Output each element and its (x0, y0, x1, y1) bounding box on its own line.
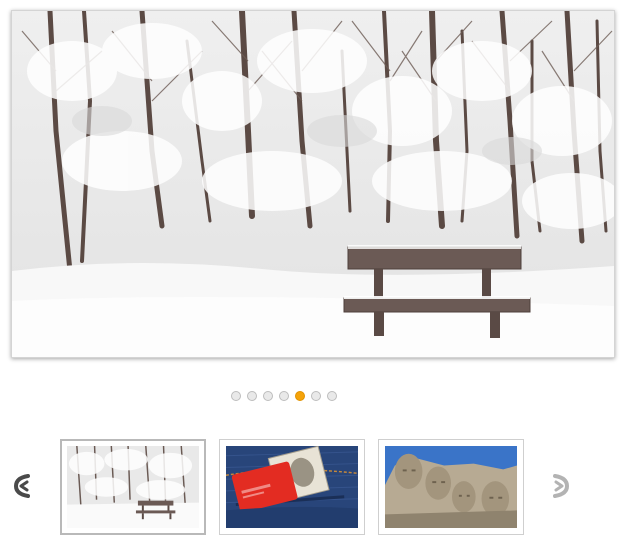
thumbnail-image-1 (67, 446, 199, 528)
thumbnail-snowy-bench[interactable] (60, 439, 206, 535)
pagination-dots (231, 391, 337, 401)
pagination-dot-1[interactable] (231, 391, 241, 401)
prev-button[interactable] (12, 473, 32, 499)
pagination-dot-2[interactable] (247, 391, 257, 401)
chevron-right-icon (553, 474, 570, 498)
pagination-dot-4[interactable] (279, 391, 289, 401)
pagination-dot-5-active[interactable] (295, 391, 305, 401)
pagination-dot-7[interactable] (327, 391, 337, 401)
thumbnail-credit-card[interactable] (219, 439, 365, 535)
thumbnail-image-2 (226, 446, 358, 528)
next-button[interactable] (551, 473, 571, 499)
thumbnail-image-3 (385, 446, 517, 528)
thumbnail-mount-rushmore[interactable] (378, 439, 524, 535)
pagination-dot-6[interactable] (311, 391, 321, 401)
chevron-left-icon (13, 474, 30, 498)
main-slide-image (11, 10, 615, 358)
pagination-dot-3[interactable] (263, 391, 273, 401)
